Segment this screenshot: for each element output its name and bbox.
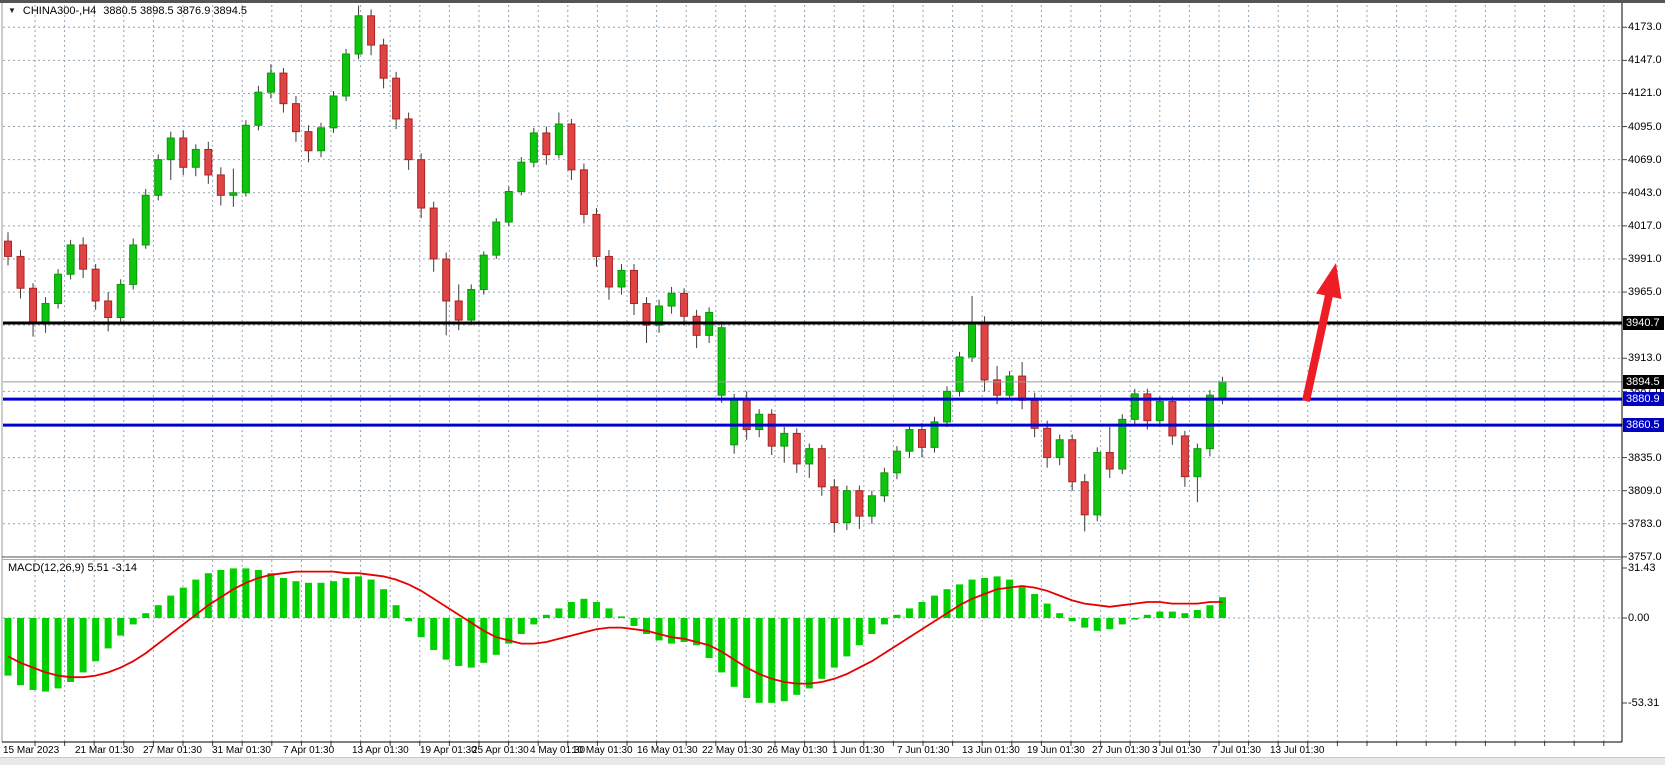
horizontal-scrollbar[interactable] [0, 757, 1665, 765]
mt4-chart-window: { "header": { "symbol_title": "CHINA300-… [0, 0, 1665, 765]
chart-canvas[interactable] [0, 0, 1665, 765]
